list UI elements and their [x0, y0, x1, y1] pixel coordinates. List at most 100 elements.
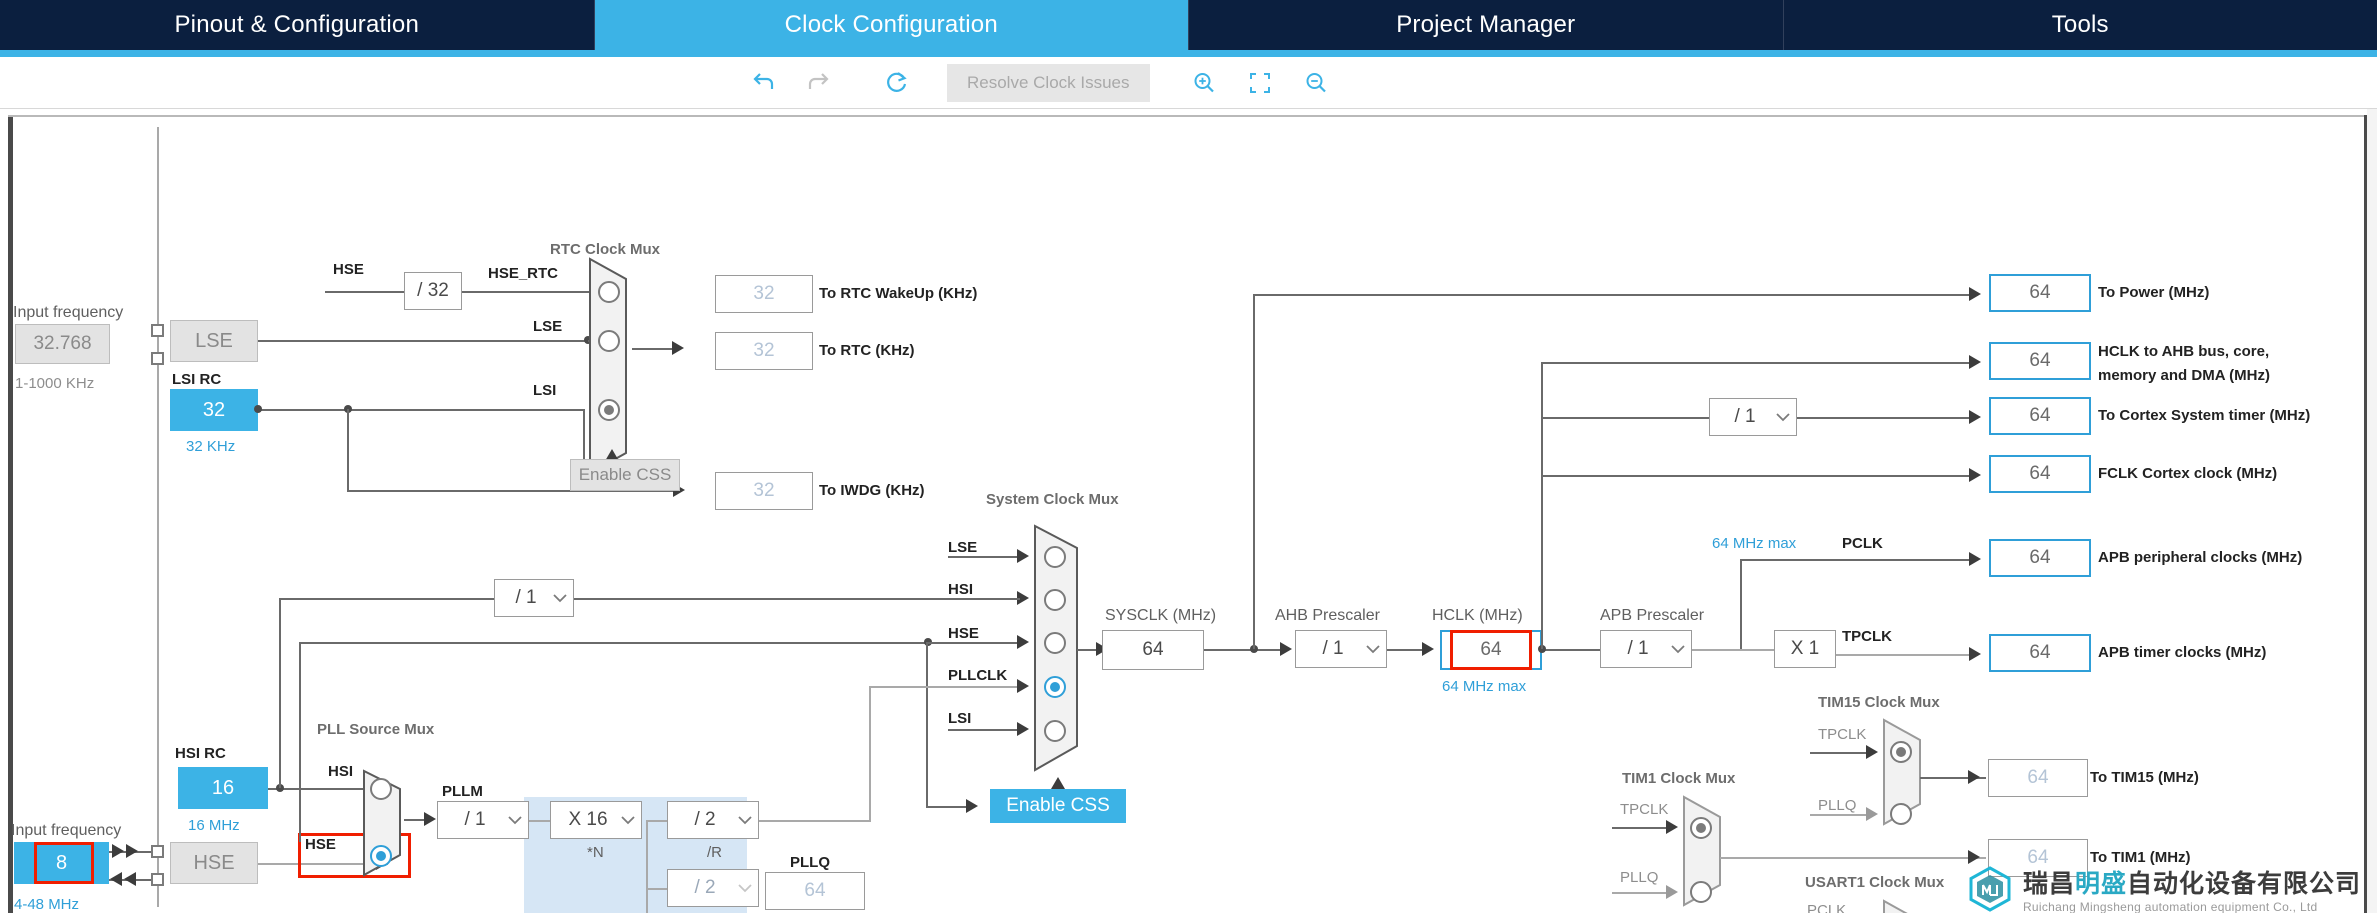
tim15-radio-tpclk[interactable] — [1890, 741, 1912, 763]
lsi-rc-unit-label: 32 KHz — [186, 438, 236, 455]
hse-oscillator-box[interactable]: HSE — [170, 842, 258, 884]
lse-input-frequency-field[interactable]: 32.768 — [15, 324, 110, 364]
zoom-out-icon[interactable] — [1288, 63, 1344, 103]
tim15-out-arrow — [1968, 770, 1980, 784]
sysmux-radio-lsi[interactable] — [1044, 720, 1066, 742]
to-iwdg-label: To IWDG (KHz) — [819, 482, 925, 499]
tim1-radio-pllq[interactable] — [1690, 881, 1712, 903]
rtc-enable-css-button[interactable]: Enable CSS — [570, 459, 680, 491]
tim1-pllq-wire — [1612, 892, 1672, 894]
tab-tools[interactable]: Tools — [1784, 0, 2377, 50]
redo-icon[interactable] — [791, 63, 847, 103]
lsi-rc-title: LSI RC — [172, 371, 222, 388]
pllm-dropdown[interactable]: / 1 — [437, 801, 529, 839]
tim15-clock-mux-title: TIM15 Clock Mux — [1818, 694, 1940, 711]
sysclk-value-field[interactable]: 64 — [1102, 630, 1204, 670]
reset-icon[interactable] — [869, 63, 925, 103]
rtc-mux-radio-hse-rtc[interactable] — [598, 281, 620, 303]
lsi-wire — [258, 409, 583, 411]
sysmux-radio-pllclk[interactable] — [1044, 676, 1066, 698]
pll-mux-radio-hsi[interactable] — [370, 778, 392, 800]
to-tim15-value[interactable]: 64 — [1988, 759, 2088, 797]
tim15-input-tpclk-label: TPCLK — [1818, 726, 1867, 743]
sysclk-to-ahb-wire — [1258, 649, 1282, 651]
tab-pinout-configuration[interactable]: Pinout & Configuration — [0, 0, 595, 50]
fclk-label: FCLK Cortex clock (MHz) — [2098, 465, 2278, 482]
to-rtc-wakeup-value[interactable]: 32 — [715, 275, 813, 313]
sysmux-radio-hsi[interactable] — [1044, 589, 1066, 611]
lse-input-frequency-label: Input frequency — [13, 304, 124, 321]
ahb-prescaler-dropdown[interactable]: / 1 — [1295, 630, 1387, 668]
hclk-ahb-label: HCLK to AHB bus, core, — [2098, 343, 2270, 360]
tab-label: Pinout & Configuration — [174, 11, 420, 38]
apb-prescaler-dropdown[interactable]: / 1 — [1600, 630, 1692, 668]
lsi-junction-dot-a — [254, 405, 262, 413]
lse-oscillator-box[interactable]: LSE — [170, 320, 258, 362]
resolve-clock-issues-button[interactable]: Resolve Clock Issues — [947, 63, 1150, 102]
tab-clock-configuration[interactable]: Clock Configuration — [594, 0, 1189, 50]
hse-rtc-divider-box[interactable]: / 32 — [404, 272, 462, 310]
watermark-company-name-en: Ruichang Mingsheng automation equipment … — [2022, 900, 2318, 913]
ahb-prescaler-value: / 1 — [1322, 638, 1344, 659]
undo-icon[interactable] — [735, 63, 791, 103]
pll-mux-radio-hse[interactable] — [370, 845, 392, 867]
tim15-tpclk-arrow — [1866, 745, 1878, 759]
tim1-radio-tpclk[interactable] — [1690, 817, 1712, 839]
tab-project-manager[interactable]: Project Manager — [1189, 0, 1784, 50]
hclk-ahb-label-line2: memory and DMA (MHz) — [2098, 367, 2270, 384]
hclk-ahb-out-wire — [1541, 362, 1973, 364]
usart1-clock-mux-title: USART1 Clock Mux — [1805, 874, 1945, 891]
lsi-rc-value-field[interactable]: 32 — [170, 389, 258, 431]
pll-branch-bus — [646, 820, 648, 913]
pllr-dropdown[interactable]: / 2 — [667, 801, 759, 839]
vertical-scrollbar[interactable] — [2367, 109, 2377, 913]
to-tim15-label: To TIM15 (MHz) — [2090, 769, 2199, 786]
clock-tree-canvas[interactable]: Input frequency 32.768 1-1000 KHz LSE LS… — [0, 109, 2377, 913]
chevron-down-icon — [1360, 644, 1386, 654]
sysclk-label: SYSCLK (MHz) — [1105, 607, 1217, 624]
sysmux-radio-hse[interactable] — [1044, 632, 1066, 654]
hse-rtc-wire-in — [325, 291, 405, 293]
to-rtc-value[interactable]: 32 — [715, 332, 813, 370]
cortex-timer-label: To Cortex System timer (MHz) — [2098, 407, 2311, 424]
lsi-iwdg-down — [347, 409, 349, 491]
hsi-rc-value-field[interactable]: 16 — [178, 767, 268, 809]
hse-css-arrow — [966, 799, 978, 813]
hsi-prescaler-dropdown[interactable]: / 1 — [494, 579, 574, 617]
cortex-prescaler-dropdown[interactable]: / 1 — [1709, 398, 1797, 436]
tim15-tpclk-wire — [1810, 752, 1870, 754]
apb-peripheral-value[interactable]: 64 — [1989, 539, 2091, 577]
fclk-value[interactable]: 64 — [1989, 455, 2091, 493]
hclk-label: HCLK (MHz) — [1432, 607, 1523, 624]
apb-timer-multiplier[interactable]: X 1 — [1774, 630, 1836, 668]
tim15-radio-pllq[interactable] — [1890, 803, 1912, 825]
apb-timer-value[interactable]: 64 — [1989, 634, 2091, 672]
hclk-value-field[interactable]: 64 — [1440, 630, 1542, 670]
tim1-input-tpclk-label: TPCLK — [1620, 801, 1669, 818]
sysclk-ahb-arrow — [1280, 642, 1292, 656]
rtc-mux-radio-lse[interactable] — [598, 330, 620, 352]
tim1-tpclk-arrow — [1666, 820, 1678, 834]
hclk-ahb-value[interactable]: 64 — [1989, 342, 2091, 380]
sysclk-riser — [1253, 294, 1255, 649]
hse-input-frequency-field[interactable]: 8 — [14, 842, 109, 884]
tpclk-wire — [1836, 654, 1973, 656]
to-power-value[interactable]: 64 — [1989, 274, 2091, 312]
to-iwdg-value[interactable]: 32 — [715, 472, 813, 510]
pllq-value: / 2 — [694, 877, 716, 898]
cortex-timer-value[interactable]: 64 — [1989, 397, 2091, 435]
pllq-dropdown[interactable]: / 2 — [667, 869, 759, 907]
pclk-arrow — [1969, 552, 1981, 566]
sysclk-enable-css-button[interactable]: Enable CSS — [990, 789, 1126, 823]
fit-to-screen-icon[interactable] — [1232, 63, 1288, 103]
hclk-ahb-arrow — [1969, 355, 1981, 369]
sysmux-input-lse-label: LSE — [948, 539, 978, 556]
rtc-mux-radio-lsi[interactable] — [598, 399, 620, 421]
zoom-in-icon[interactable] — [1176, 63, 1232, 103]
pll-mux-out-wire — [404, 819, 426, 821]
nav-accent-bar — [0, 50, 2377, 57]
sysmux-radio-lse[interactable] — [1044, 546, 1066, 568]
pllq-out-value[interactable]: 64 — [765, 872, 865, 910]
plln-dropdown[interactable]: X 16 — [550, 801, 642, 839]
hse-pin-in — [151, 845, 164, 858]
